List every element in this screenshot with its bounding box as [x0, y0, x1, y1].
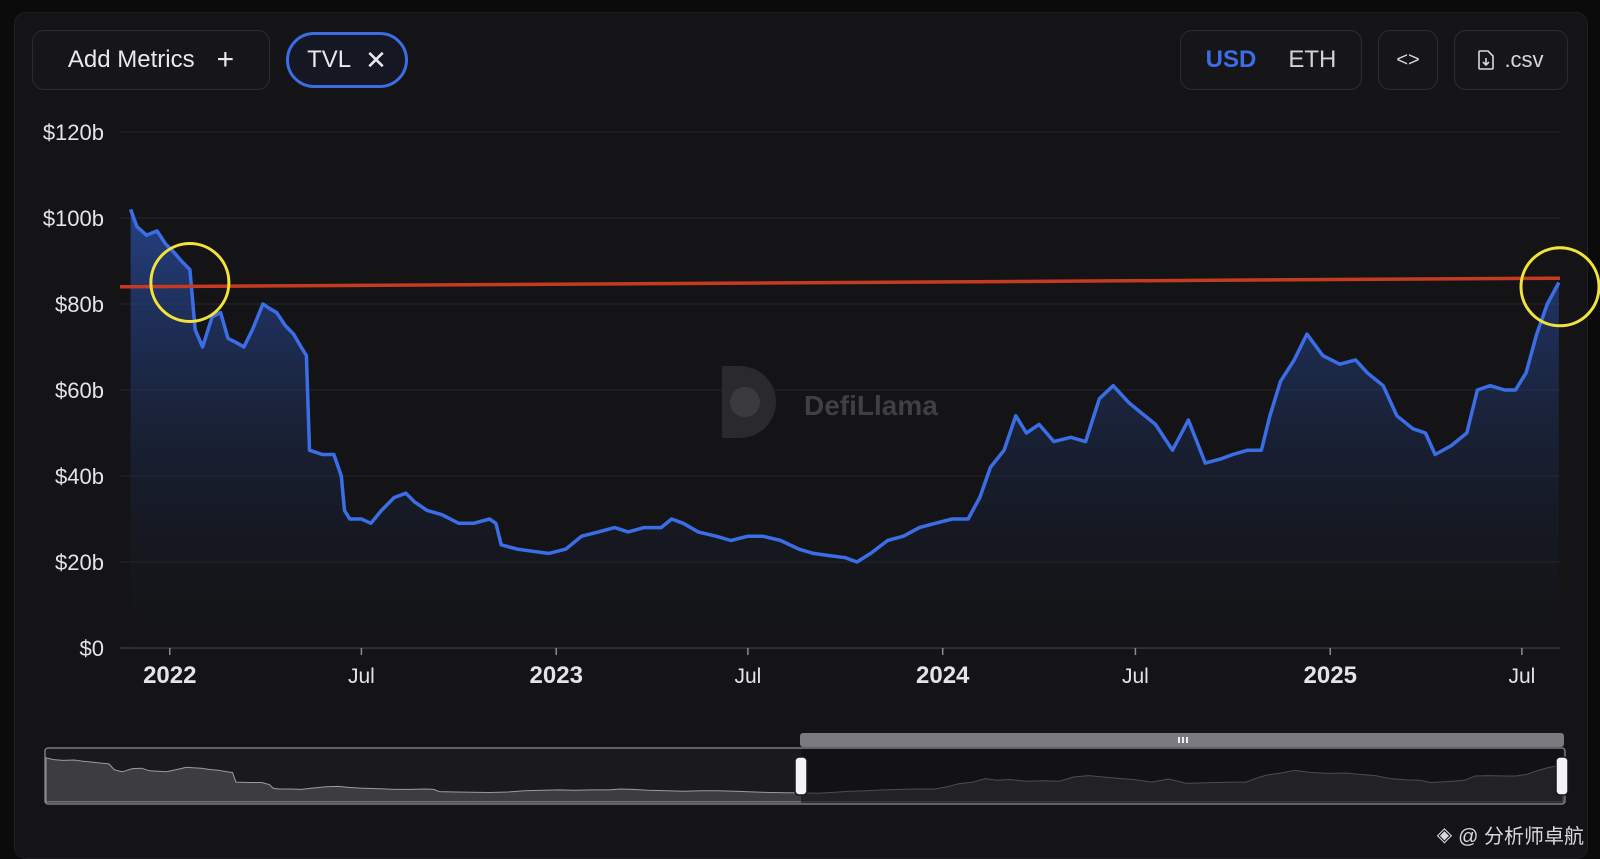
range-dim-right [801, 749, 1563, 803]
add-metrics-label: Add Metrics [67, 46, 195, 73]
currency-eth-option[interactable]: ETH [1288, 46, 1336, 74]
y-tick-label: $80b [55, 292, 104, 317]
x-tick-label: 2023 [530, 662, 583, 689]
x-tick-label: Jul [734, 665, 761, 688]
range-selector[interactable] [44, 733, 1569, 805]
footer-credit-text: @ 分析师卓航 [1458, 826, 1584, 848]
y-tick-label: $120b [43, 120, 104, 145]
x-axis: 2022 Jul 2023 Jul 2024 Jul 2025 Jul [143, 648, 1535, 689]
defillama-watermark: DefiLlama [722, 366, 938, 438]
y-tick-label: $60b [55, 378, 104, 403]
currency-toggle: USD ETH [1180, 30, 1362, 90]
y-tick-label: $0 [80, 636, 104, 661]
tvl-chart: $0 $20b $40b $60b $80b $100b $120b 2022 Jul 2023… [43, 120, 1600, 805]
currency-usd-option[interactable]: USD [1206, 46, 1257, 74]
footer-credit: ◈ @ 分析师卓航 [1437, 820, 1584, 849]
y-tick-label: $40b [55, 464, 104, 489]
plus-icon: + [216, 43, 235, 76]
x-tick-label: 2025 [1304, 662, 1357, 689]
binance-logo-icon: ◈ [1436, 824, 1453, 846]
embed-code-button[interactable]: <> [1378, 30, 1438, 90]
x-tick-label: 2024 [916, 662, 970, 689]
grab-bar-grip-icon [1178, 737, 1188, 743]
x-tick-label: Jul [348, 665, 375, 688]
close-icon[interactable]: ✕ [365, 47, 387, 73]
add-metrics-button[interactable]: Add Metrics + [32, 30, 270, 90]
llama-logo-face [730, 387, 760, 417]
y-axis: $0 $20b $40b $60b $80b $100b $120b [43, 120, 104, 661]
x-tick-label: 2022 [143, 662, 196, 689]
metric-chip-label: TVL [307, 46, 352, 73]
range-handle-left[interactable] [794, 756, 808, 796]
code-icon: <> [1396, 48, 1420, 71]
range-handle-right[interactable] [1555, 756, 1569, 796]
highlight-circle [1519, 246, 1600, 328]
x-tick-label: Jul [1122, 665, 1149, 688]
tvl-area [130, 209, 1559, 648]
x-tick-label: Jul [1508, 665, 1535, 688]
watermark-text: DefiLlama [804, 390, 938, 421]
file-download-icon [1478, 50, 1495, 70]
y-tick-label: $20b [55, 550, 104, 575]
csv-label: .csv [1504, 47, 1544, 72]
reference-line [119, 276, 1561, 289]
download-csv-button[interactable]: .csv [1454, 30, 1568, 90]
y-tick-label: $100b [43, 206, 104, 231]
metric-chip-tvl[interactable]: TVL ✕ [286, 32, 408, 88]
